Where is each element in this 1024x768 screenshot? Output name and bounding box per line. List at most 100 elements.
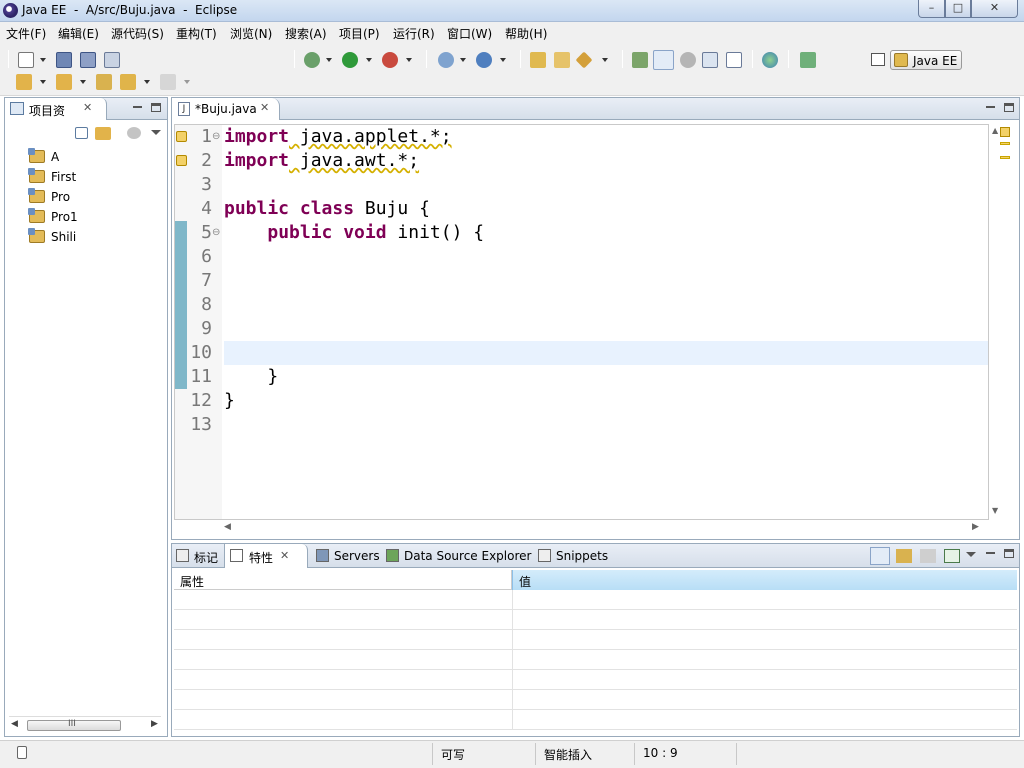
maximize-view-icon[interactable] (1004, 549, 1014, 558)
project-explorer-panel: 项目资 ✕ A First Pro Pro1 Shili ◀ III ▶ (4, 97, 168, 737)
scroll-down-icon[interactable]: ▼ (992, 506, 998, 515)
view-menu-icon[interactable] (966, 552, 976, 557)
fold-collapse-icon[interactable]: ⊖ (212, 221, 222, 245)
tab-snippets[interactable]: Snippets (536, 544, 612, 568)
external-tools-dropdown-icon[interactable] (406, 58, 412, 62)
column-header-value[interactable]: 值 (512, 570, 1017, 590)
profile-icon[interactable] (800, 52, 816, 68)
tab-servers[interactable]: Servers (312, 544, 382, 568)
new-dropdown-icon[interactable] (40, 58, 46, 62)
run-external-tools-icon[interactable] (382, 52, 398, 68)
minimize-editor-icon[interactable] (986, 102, 995, 108)
next-annotation-dropdown-icon[interactable] (40, 80, 46, 84)
forward-dropdown-icon[interactable] (184, 80, 190, 84)
save-all-icon[interactable] (80, 52, 96, 68)
previous-annotation-dropdown-icon[interactable] (80, 80, 86, 84)
menu-search[interactable]: 搜索(A) (285, 25, 327, 42)
project-explorer-hscrollbar[interactable]: ◀ III ▶ (9, 716, 161, 732)
mark-occurrences-icon[interactable] (653, 50, 674, 70)
pin-view-icon[interactable] (944, 549, 960, 563)
scroll-thumb[interactable]: III (27, 719, 121, 731)
new-icon[interactable] (18, 52, 34, 68)
scroll-left-icon[interactable]: ◀ (224, 522, 231, 532)
view-filter-icon[interactable] (127, 127, 141, 139)
toggle-breadcrumb-icon[interactable] (632, 52, 648, 68)
overview-warning-icon[interactable] (1000, 127, 1010, 137)
menu-run[interactable]: 运行(R) (393, 25, 435, 42)
maximize-editor-icon[interactable] (1004, 103, 1014, 112)
new-java-class-icon[interactable] (476, 52, 492, 68)
next-annotation-icon[interactable] (16, 74, 32, 90)
search-dropdown-icon[interactable] (602, 58, 608, 62)
menu-refactor[interactable]: 重构(T) (176, 25, 217, 42)
menu-help[interactable]: 帮助(H) (505, 25, 547, 42)
maximize-view-icon[interactable] (151, 103, 161, 112)
close-tab-icon[interactable]: ✕ (280, 549, 289, 562)
web-browser-icon[interactable] (762, 52, 778, 68)
fast-view-icon[interactable] (17, 746, 27, 759)
debug-icon[interactable] (304, 52, 320, 68)
editor-tab-buju-java[interactable]: J *Buju.java ✕ (172, 98, 280, 120)
close-editor-tab-icon[interactable]: ✕ (260, 101, 269, 114)
last-edit-location-icon[interactable] (96, 74, 112, 90)
code-area[interactable]: 1 2 3 4 5 6 7 8 9 10 11 12 13 ⊖ ⊖ import… (174, 124, 989, 520)
overview-ruler[interactable] (992, 124, 1016, 520)
block-selection-icon[interactable] (680, 52, 696, 68)
run-icon[interactable] (342, 52, 358, 68)
tab-markers[interactable]: 标记 (172, 544, 224, 568)
forward-icon[interactable] (160, 74, 176, 90)
warning-icon[interactable] (176, 155, 187, 166)
run-dropdown-icon[interactable] (366, 58, 372, 62)
menu-source[interactable]: 源代码(S) (111, 25, 164, 42)
show-advanced-icon[interactable] (896, 549, 912, 563)
properties-table: 属性 值 (174, 570, 1017, 734)
fold-collapse-icon[interactable]: ⊖ (212, 125, 222, 149)
menu-file[interactable]: 文件(F) (6, 25, 46, 42)
menu-project[interactable]: 项目(P) (339, 25, 380, 42)
scroll-right-icon[interactable]: ▶ (972, 522, 979, 532)
menu-edit[interactable]: 编辑(E) (58, 25, 99, 42)
minimize-view-icon[interactable] (986, 548, 995, 554)
editor-hscrollbar[interactable]: ◀ ▶ (222, 522, 982, 534)
new-server-icon[interactable] (438, 52, 454, 68)
restore-default-icon[interactable] (920, 549, 936, 563)
project-explorer-tab[interactable]: 项目资 ✕ (5, 98, 107, 120)
tab-properties[interactable]: 特性 ✕ (224, 544, 308, 568)
show-categories-icon[interactable] (870, 547, 890, 565)
open-type-icon[interactable] (530, 52, 546, 68)
project-explorer-icon (10, 102, 24, 115)
close-button[interactable]: ✕ (971, 0, 1018, 18)
link-with-editor-icon[interactable] (95, 127, 111, 140)
show-whitespace-icon[interactable] (702, 52, 718, 68)
overview-warning-mark[interactable] (1000, 156, 1010, 159)
minimize-button[interactable]: – (918, 0, 945, 18)
print-icon[interactable] (104, 52, 120, 68)
collapse-all-icon[interactable] (75, 127, 88, 139)
tab-data-source-explorer[interactable]: Data Source Explorer (384, 544, 534, 568)
debug-dropdown-icon[interactable] (326, 58, 332, 62)
open-resource-icon[interactable] (554, 52, 570, 68)
back-icon[interactable] (120, 74, 136, 90)
column-header-property[interactable]: 属性 (174, 570, 512, 590)
new-server-dropdown-icon[interactable] (460, 58, 466, 62)
open-perspective-icon[interactable] (871, 53, 885, 66)
scroll-left-icon[interactable]: ◀ (11, 719, 18, 729)
scroll-up-icon[interactable]: ▲ (992, 126, 998, 135)
minimize-view-icon[interactable] (133, 102, 142, 108)
view-menu-icon[interactable] (151, 130, 161, 135)
previous-annotation-icon[interactable] (56, 74, 72, 90)
warning-icon[interactable] (176, 131, 187, 142)
close-tab-icon[interactable]: ✕ (83, 101, 92, 114)
search-icon[interactable] (575, 51, 593, 69)
scroll-right-icon[interactable]: ▶ (151, 719, 158, 729)
menu-navigate[interactable]: 浏览(N) (230, 25, 272, 42)
java-ee-perspective-button[interactable]: Java EE (890, 50, 962, 70)
project-folder-icon (28, 188, 45, 203)
overview-warning-mark[interactable] (1000, 142, 1010, 145)
menu-window[interactable]: 窗口(W) (447, 25, 492, 42)
new-class-dropdown-icon[interactable] (500, 58, 506, 62)
pilcrow-icon[interactable] (726, 52, 742, 68)
back-dropdown-icon[interactable] (144, 80, 150, 84)
maximize-button[interactable]: □ (945, 0, 971, 18)
save-icon[interactable] (56, 52, 72, 68)
